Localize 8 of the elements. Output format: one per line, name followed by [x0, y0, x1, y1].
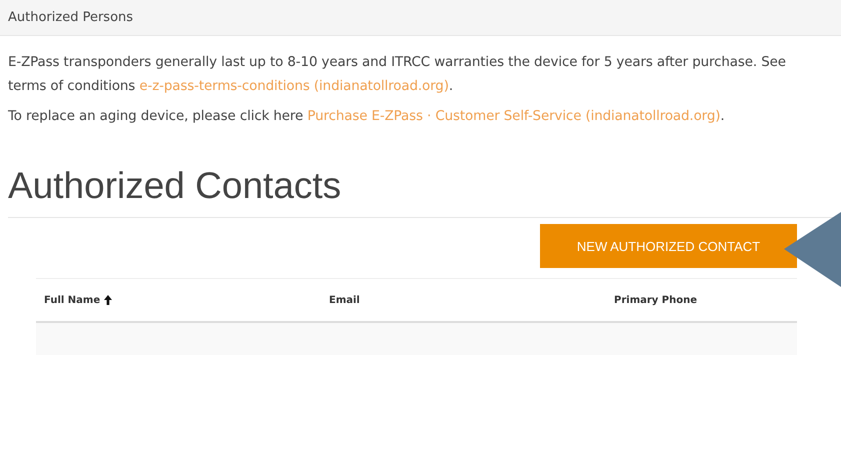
sort-up-icon [104, 295, 112, 305]
column-header[interactable]: Primary Phone [614, 294, 698, 306]
column-header[interactable]: Email [329, 294, 360, 306]
column-header[interactable]: Full Name [44, 294, 100, 306]
panel-title: Authorized Persons [8, 10, 134, 25]
info-text: To replace an aging device, please click here Purchase E-ZPass · Customer Self-Service (indianatollroad.org). [8, 108, 726, 126]
section-heading: Authorized Contacts [8, 165, 833, 218]
info-text: E-ZPass transponders generally last up to 8-10 years and ITRCC warranties the device for 5 years after purchase. See terms of conditions e-z-pass-terms-conditions (indianatollroad.org). [8, 54, 787, 96]
